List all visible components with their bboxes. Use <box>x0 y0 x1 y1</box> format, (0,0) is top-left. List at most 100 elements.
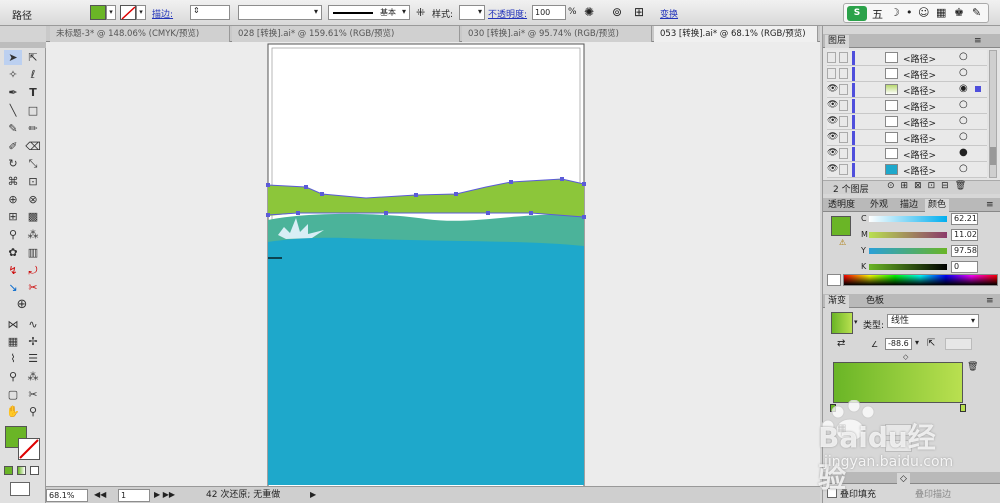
align-icon[interactable]: ⊞ <box>634 5 644 19</box>
midpoint-diamond-icon[interactable]: ◇ <box>903 353 908 361</box>
stroke-link[interactable]: 描边: <box>152 7 173 20</box>
hand-tool-icon[interactable]: ✋ <box>4 404 22 419</box>
gradient-mode-icon[interactable] <box>17 466 26 475</box>
line-tool-icon[interactable]: ╲ <box>4 103 22 118</box>
gradient-stop-start[interactable] <box>830 404 836 412</box>
fill-swatch[interactable] <box>90 5 106 20</box>
slice-tool-icon[interactable]: ↘ <box>4 280 22 295</box>
type-tool-icon[interactable]: T <box>24 85 42 100</box>
eyedropper-2-icon[interactable]: ⚲ <box>4 369 22 384</box>
tab-gradient[interactable]: 渐变 <box>825 295 850 308</box>
paintbrush-icon[interactable]: ✎ <box>4 121 22 136</box>
status-menu-icon[interactable]: ▶ <box>310 489 316 502</box>
reverse-gradient-icon[interactable]: ⇄ <box>837 338 845 349</box>
zoom-tool-icon[interactable]: ⚲ <box>24 404 42 419</box>
rectangle-tool-icon[interactable]: □ <box>24 103 42 118</box>
visibility-toggle[interactable] <box>827 52 836 63</box>
field-y[interactable]: 97.58 <box>951 245 978 257</box>
chart-line-icon[interactable]: ⌇ <box>4 351 22 366</box>
chevron-down-icon[interactable]: ▾ <box>915 338 919 347</box>
tab-color[interactable]: 颜色 <box>925 199 950 212</box>
tab-document-4[interactable]: 053 [转换].ai* @ 68.1% (RGB/预览) <box>654 26 818 42</box>
width-tool-icon[interactable]: ⌘ <box>4 174 22 189</box>
lock-toggle[interactable] <box>839 116 848 127</box>
aspect-ratio-icon[interactable]: ⇱ <box>927 338 935 349</box>
canvas-area[interactable] <box>46 42 820 486</box>
lock-toggle[interactable] <box>839 164 848 175</box>
opacity-link[interactable]: 不透明度: <box>488 7 527 20</box>
tab-appearance[interactable]: 外观 <box>867 199 891 212</box>
target-circle-icon[interactable]: ○ <box>959 131 968 142</box>
lock-toggle[interactable] <box>839 132 848 143</box>
lock-toggle[interactable] <box>839 148 848 159</box>
color-fill-swatch[interactable] <box>831 216 851 236</box>
stop-color-icon[interactable]: ▦ <box>837 423 846 434</box>
column-graph-icon[interactable]: ▥ <box>24 245 42 260</box>
ime-mode[interactable]: 五 <box>872 6 883 22</box>
stroke-color-box[interactable] <box>18 438 40 460</box>
tab-document-2[interactable]: 028 [转换].ai* @ 159.61% (RGB/预览) <box>232 26 460 42</box>
direct-selection-tool-icon[interactable]: ⇱ <box>24 50 42 65</box>
artboard-icon[interactable]: ▢ <box>4 387 22 402</box>
panel-menu-icon[interactable]: ≡ <box>983 295 997 308</box>
gradient-tool-icon[interactable]: ▩ <box>24 209 42 224</box>
smile-icon[interactable]: ☺ <box>918 6 929 19</box>
shape-builder-icon[interactable]: ⊕ <box>4 192 22 207</box>
layers-scrollbar[interactable] <box>989 50 997 178</box>
wrench-icon[interactable]: ✎ <box>972 6 981 19</box>
graph-grid-icon[interactable]: ▦ <box>4 334 22 349</box>
stroke-swatch[interactable] <box>120 5 136 20</box>
fill-dropdown[interactable]: ▾ <box>106 5 116 20</box>
perspective-grid-icon[interactable]: ⊞ <box>4 209 22 224</box>
eye-icon[interactable]: 👁 <box>827 84 838 94</box>
keyboard-icon[interactable]: ▦ <box>936 6 946 19</box>
location-field-disabled[interactable] <box>885 440 912 452</box>
crosshair-tool-icon[interactable]: ⊕ <box>13 297 31 312</box>
none-color-box[interactable] <box>827 274 841 286</box>
eye-icon[interactable]: 👁 <box>827 116 838 126</box>
none-mode-icon[interactable] <box>30 466 39 475</box>
panel-grip[interactable] <box>0 42 46 48</box>
opacity-field-disabled[interactable] <box>885 424 912 436</box>
brush-definition-dropdown[interactable]: 基本 ▾ <box>328 5 410 20</box>
variable-width-dropdown[interactable]: ▾ <box>238 5 322 20</box>
symbol-sprayer-icon[interactable]: ✿ <box>4 245 22 260</box>
tab-document-1[interactable]: 未标题-3* @ 148.06% (CMYK/预览) <box>50 26 230 42</box>
slider-c[interactable] <box>869 216 947 222</box>
layer-actions-icons[interactable]: ⊙⊞⊠⊡⊟🗑 <box>887 181 972 191</box>
twirl-tool-icon[interactable]: ∿ <box>24 317 42 332</box>
layer-row[interactable]: 👁 <路径> ○ <box>827 162 987 178</box>
lock-toggle[interactable] <box>839 68 848 79</box>
list-icon[interactable]: ☰ <box>24 351 42 366</box>
eye-icon[interactable]: 👁 <box>827 148 838 158</box>
tab-swatches[interactable]: 色板 <box>863 295 887 308</box>
eye-icon[interactable]: 👁 <box>827 132 838 142</box>
layer-row[interactable]: <路径> ○ <box>827 50 987 66</box>
page-field[interactable]: 1 <box>118 489 150 502</box>
magic-wand-icon[interactable]: ✧ <box>4 67 22 82</box>
color-spectrum[interactable] <box>843 274 998 286</box>
transform-link[interactable]: 变换 <box>660 7 678 20</box>
target-selected-icon[interactable]: ◉ <box>959 83 968 94</box>
scale-tool-icon[interactable]: ⤡ <box>24 156 42 171</box>
mesh-tool-icon[interactable]: ↯ <box>4 263 22 278</box>
visibility-toggle[interactable] <box>827 68 836 79</box>
moon-icon[interactable]: ☽ <box>890 6 900 19</box>
warp-tool-icon[interactable]: ⋈ <box>4 317 22 332</box>
stroke-dropdown[interactable]: ▾ <box>136 5 146 20</box>
target-circle-icon[interactable]: ○ <box>959 51 968 62</box>
shirt-icon[interactable]: ♚ <box>954 6 964 19</box>
blob-brush-icon[interactable]: ✐ <box>4 139 22 154</box>
free-transform-icon[interactable]: ⊡ <box>24 174 42 189</box>
live-paint-icon[interactable]: ⊗ <box>24 192 42 207</box>
target-circle-icon[interactable]: ○ <box>959 115 968 126</box>
panel-menu-icon[interactable]: ≡ <box>971 35 985 48</box>
recolor-icon[interactable]: ✺ <box>584 5 594 19</box>
gradient-stop-end[interactable] <box>960 404 966 412</box>
slider-y[interactable] <box>869 248 947 254</box>
layer-row[interactable]: 👁 <路径> ○ <box>827 130 987 146</box>
dot-icon[interactable]: • <box>906 6 913 19</box>
screen-mode-icon[interactable] <box>10 482 30 496</box>
scissors-icon[interactable]: ✂ <box>24 280 42 295</box>
zoom-field[interactable]: 68.1% <box>46 489 88 502</box>
